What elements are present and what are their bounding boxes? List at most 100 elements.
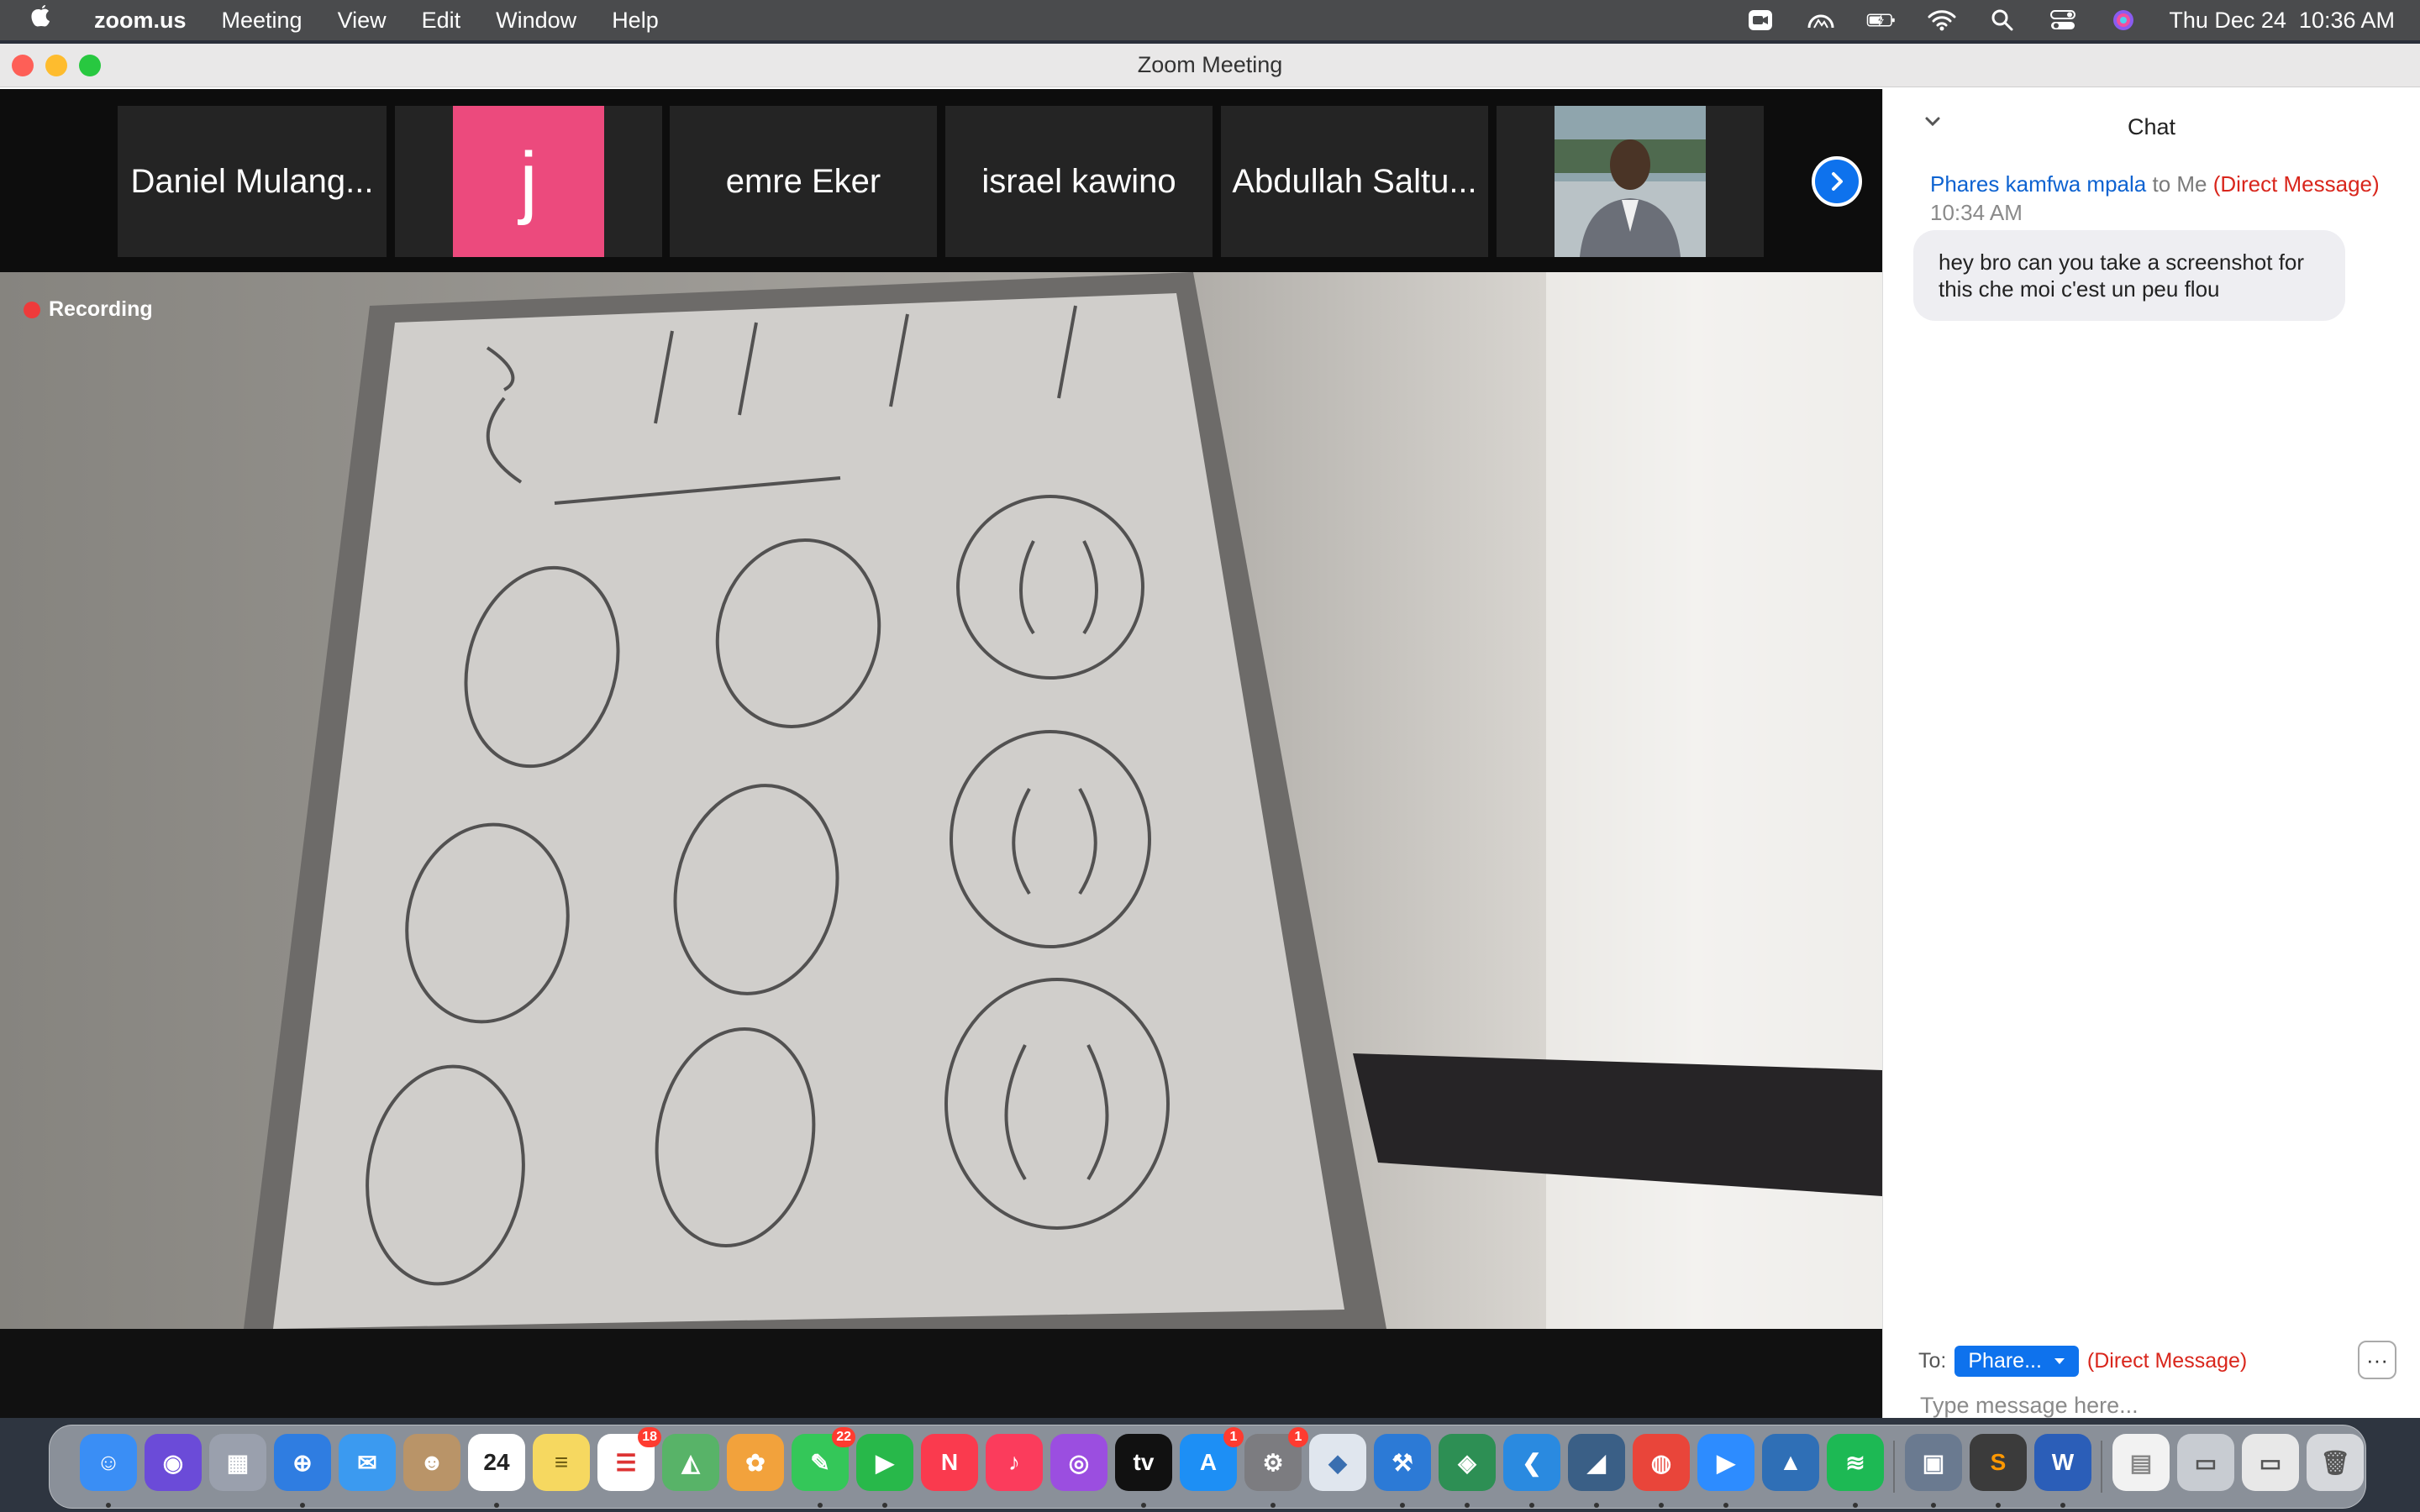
recipient-select[interactable]: Phare... <box>1954 1346 2079 1377</box>
message-header: Phares kamfwa mpala to Me (Direct Messag… <box>1930 170 2401 227</box>
spotify-icon[interactable]: ≋ <box>1827 1434 1884 1508</box>
meeting-area: Daniel Mulang... j emre Eker israel kawi… <box>0 89 1882 1418</box>
activity-monitor-icon[interactable] <box>1806 8 1836 32</box>
maps-icon[interactable]: ◭ <box>662 1434 719 1491</box>
news-icon[interactable]: N <box>921 1434 978 1491</box>
menu-edit[interactable]: Edit <box>422 8 461 34</box>
message-sender[interactable]: Phares kamfwa mpala <box>1930 171 2146 197</box>
menu-help[interactable]: Help <box>612 8 659 34</box>
chevron-right-icon <box>1832 172 1843 191</box>
virtualbox-icon[interactable]: ◆ <box>1309 1434 1366 1491</box>
chrome-glyph: ◍ <box>1650 1449 1672 1476</box>
menu-view[interactable]: View <box>338 8 387 34</box>
downloads-stack-glyph: ▭ <box>2259 1449 2282 1476</box>
battery-icon[interactable] <box>1866 8 1897 32</box>
chrome-icon[interactable]: ◍ <box>1633 1434 1690 1508</box>
recipient-value: Phare... <box>1968 1349 2042 1373</box>
photos-icon[interactable]: ✿ <box>727 1434 784 1491</box>
sublime-text-glyph: S <box>1990 1449 2007 1475</box>
trash-icon[interactable]: 🗑 <box>2307 1434 2364 1491</box>
next-page-button[interactable] <box>1812 156 1862 207</box>
dock-separator <box>1893 1441 1895 1493</box>
contacts-glyph: ☻ <box>419 1449 445 1475</box>
zoom-icon[interactable]: ▶ <box>1697 1434 1754 1508</box>
news-glyph: N <box>940 1449 959 1475</box>
safari-icon[interactable]: ⊕ <box>274 1434 331 1508</box>
participant-tile[interactable]: Daniel Mulang... <box>118 106 387 257</box>
screenshot-icon[interactable]: ▭ <box>2177 1434 2234 1491</box>
mail-icon[interactable]: ✉ <box>339 1434 396 1491</box>
mail-glyph: ✉ <box>357 1449 377 1476</box>
participant-tile[interactable]: Abdullah Saltu... <box>1221 106 1488 257</box>
reminders-icon[interactable]: ☰ 18 <box>597 1427 661 1491</box>
avatar: j <box>453 106 604 257</box>
active-speaker-video[interactable]: Recording <box>0 272 1882 1329</box>
document-glyph: ▤ <box>2129 1449 2153 1476</box>
tv-icon[interactable]: tv <box>1115 1434 1172 1508</box>
running-indicator <box>1529 1503 1534 1508</box>
app-store-icon[interactable]: A1 <box>1180 1427 1244 1491</box>
wifi-icon[interactable] <box>1927 8 1957 32</box>
preview-icon[interactable]: ▣ <box>1905 1434 1962 1508</box>
search-icon[interactable] <box>1987 8 2018 32</box>
android-studio-icon[interactable]: ◈ <box>1439 1434 1496 1508</box>
control-center-icon[interactable] <box>2048 8 2078 32</box>
direct-message-label: (Direct Message) <box>2212 171 2380 197</box>
document-icon[interactable]: ▤ <box>2112 1434 2170 1491</box>
vpn-icon[interactable]: ▲ <box>1762 1434 1819 1491</box>
more-options-button[interactable]: ··· <box>2358 1341 2396 1379</box>
menu-meeting[interactable]: Meeting <box>222 8 302 34</box>
running-indicator <box>1931 1503 1936 1508</box>
finder-glyph: ☺ <box>96 1449 121 1475</box>
participant-tile[interactable] <box>1497 106 1764 257</box>
launchpad-icon[interactable]: ▦ <box>209 1434 266 1491</box>
message-input[interactable] <box>1920 1393 2391 1419</box>
siri-icon[interactable]: ◉ <box>145 1434 202 1491</box>
running-indicator <box>300 1503 305 1508</box>
finder-icon[interactable]: ☺ <box>80 1434 137 1508</box>
downloads-stack-icon[interactable]: ▭ <box>2242 1434 2299 1491</box>
xcode-icon[interactable]: ⚒ <box>1374 1434 1431 1508</box>
apple-icon[interactable] <box>29 3 72 38</box>
participant-name: israel kawino <box>981 162 1176 200</box>
sublime-text-icon[interactable]: S <box>1970 1434 2027 1508</box>
notes-icon[interactable]: ≡ <box>533 1434 590 1491</box>
facetime-icon[interactable]: ▶ <box>856 1434 913 1508</box>
participant-name: emre Eker <box>725 162 881 200</box>
calendar-glyph: 24 <box>483 1449 510 1475</box>
system-preferences-icon[interactable]: ⚙ 1 <box>1244 1427 1308 1508</box>
notes-glyph: ≡ <box>554 1449 569 1475</box>
notification-badge: 1 <box>1288 1427 1308 1447</box>
trash-glyph: 🗑 <box>2320 1449 2350 1476</box>
participant-tile[interactable]: israel kawino <box>945 106 1213 257</box>
screenshot-glyph: ▭ <box>2194 1449 2217 1476</box>
podcasts-icon[interactable]: ◎ <box>1050 1434 1107 1491</box>
messages-icon[interactable]: ✎ 22 <box>792 1427 855 1508</box>
zoom-status-icon[interactable] <box>1745 8 1776 32</box>
notification-badge: 22 <box>832 1427 855 1447</box>
contacts-icon[interactable]: ☻ <box>403 1434 460 1491</box>
chat-title: Chat <box>2127 114 2176 139</box>
running-indicator <box>882 1503 887 1508</box>
siri-icon[interactable] <box>2108 8 2139 32</box>
running-indicator <box>1594 1503 1599 1508</box>
window-title: Zoom Meeting <box>1137 52 1283 77</box>
virtualbox-glyph: ◆ <box>1328 1449 1347 1476</box>
vscode-icon[interactable]: ❮ <box>1503 1434 1560 1508</box>
caret-down-icon <box>2054 1357 2065 1364</box>
status-area: Thu Dec 24 10:36 AM <box>1745 0 2395 40</box>
word-glyph: W <box>2051 1449 2075 1475</box>
app-menu[interactable]: zoom.us <box>94 8 187 34</box>
vscode-glyph: ❮ <box>1522 1449 1542 1476</box>
messages-glyph: ✎ <box>810 1449 830 1476</box>
participant-tile[interactable]: emre Eker <box>670 106 937 257</box>
menu-window[interactable]: Window <box>496 8 576 34</box>
reminders-glyph: ☰ <box>615 1449 637 1476</box>
music-icon[interactable]: ♪ <box>986 1434 1043 1491</box>
participant-tile[interactable]: j <box>395 106 662 257</box>
clock-datetime[interactable]: Thu Dec 24 10:36 AM <box>2169 8 2395 34</box>
mysql-workbench-icon[interactable]: ◢ <box>1568 1434 1625 1508</box>
dock-separator <box>2101 1441 2102 1493</box>
calendar-icon[interactable]: 24 <box>468 1434 525 1508</box>
word-icon[interactable]: W <box>2034 1434 2091 1508</box>
